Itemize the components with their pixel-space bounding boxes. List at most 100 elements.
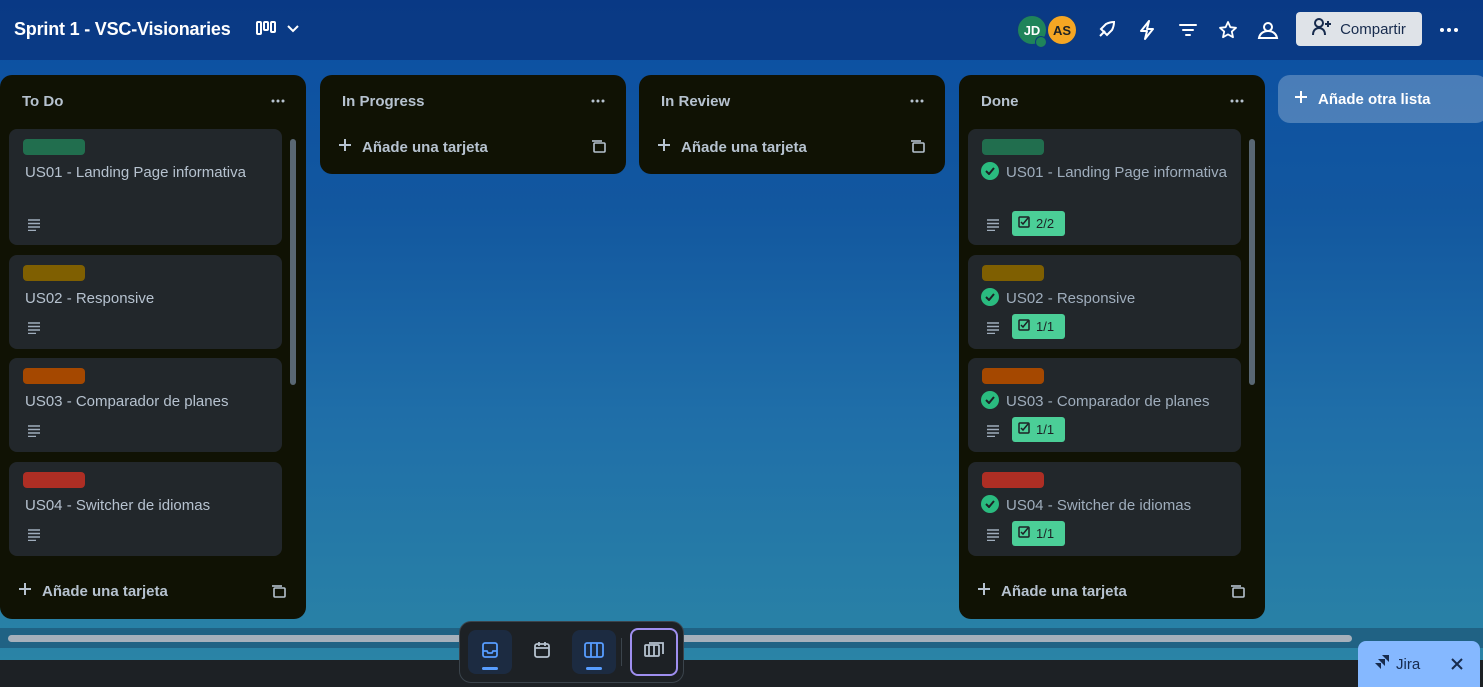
card-template-icon[interactable] <box>1229 583 1247 601</box>
list-menu-icon[interactable] <box>588 91 608 111</box>
add-member-icon <box>1312 18 1332 40</box>
board-button[interactable] <box>572 630 616 674</box>
list-to-do: To Do US01 - Landing Page informativa US… <box>0 75 306 619</box>
jira-promo[interactable]: Jira <box>1358 641 1480 687</box>
more-icon[interactable] <box>1437 18 1461 42</box>
bottom-bar <box>0 660 1483 687</box>
description-icon <box>986 218 1002 232</box>
card[interactable]: US03 - Comparador de planes 1/1 <box>968 358 1241 452</box>
description-icon <box>986 528 1002 542</box>
avatar[interactable]: AS <box>1046 14 1078 46</box>
add-card-label: Añade una tarjeta <box>1001 582 1127 600</box>
complete-check-icon[interactable] <box>981 495 999 513</box>
planner-button[interactable] <box>520 630 564 674</box>
close-icon[interactable] <box>1448 655 1466 673</box>
checklist-badge: 1/1 <box>1012 314 1065 339</box>
card-label[interactable] <box>982 265 1044 281</box>
add-card-button[interactable]: Añade una tarjeta <box>18 575 168 607</box>
list-title[interactable]: Done <box>981 93 1019 110</box>
list-in-review: In Review Añade una tarjeta <box>639 75 945 174</box>
plus-icon <box>977 582 991 600</box>
card-title: US04 - Switcher de idiomas <box>1006 497 1192 514</box>
scroll-thumb[interactable] <box>290 139 296 385</box>
list-menu-icon[interactable] <box>907 91 927 111</box>
card-template-icon[interactable] <box>909 138 927 156</box>
card-title: US02 - Responsive <box>1006 290 1136 307</box>
card[interactable]: US02 - Responsive <box>9 255 282 349</box>
card-template-icon[interactable] <box>590 138 608 156</box>
description-icon <box>27 218 43 232</box>
checklist-count: 1/1 <box>1036 319 1055 334</box>
description-icon <box>27 321 43 335</box>
list-scrollbar[interactable] <box>1248 127 1256 567</box>
power-ups-icon[interactable] <box>1094 18 1118 42</box>
list-title[interactable]: In Progress <box>342 93 425 110</box>
share-button-label: Compartir <box>1340 20 1406 38</box>
star-icon[interactable] <box>1216 18 1240 42</box>
add-card-button[interactable]: Añade una tarjeta <box>657 131 807 163</box>
add-list-label: Añade otra lista <box>1318 90 1431 108</box>
card[interactable]: US01 - Landing Page informativa 2/2 <box>968 129 1241 245</box>
add-card-label: Añade una tarjeta <box>681 138 807 156</box>
checkbox-icon <box>1018 526 1030 541</box>
card[interactable]: US01 - Landing Page informativa <box>9 129 282 245</box>
description-icon <box>986 321 1002 335</box>
board-view-switcher[interactable] <box>250 16 310 44</box>
card-label[interactable] <box>982 472 1044 488</box>
card-title: US03 - Comparador de planes <box>1006 393 1210 410</box>
filter-icon[interactable] <box>1176 18 1200 42</box>
list-in-progress: In Progress Añade una tarjeta <box>320 75 626 174</box>
card-label[interactable] <box>23 368 85 384</box>
card[interactable]: US03 - Comparador de planes <box>9 358 282 452</box>
plus-icon <box>338 138 352 156</box>
plus-icon <box>1294 90 1308 108</box>
card-label[interactable] <box>23 472 85 488</box>
switch-board-button[interactable] <box>630 628 678 676</box>
card[interactable]: US02 - Responsive 1/1 <box>968 255 1241 349</box>
card-template-icon[interactable] <box>270 583 288 601</box>
board-title[interactable]: Sprint 1 - VSC-Visionaries <box>14 19 231 40</box>
card-title: US04 - Switcher de idiomas <box>25 497 211 514</box>
card-label[interactable] <box>982 139 1044 155</box>
add-card-label: Añade una tarjeta <box>362 138 488 156</box>
card-label[interactable] <box>23 139 85 155</box>
complete-check-icon[interactable] <box>981 162 999 180</box>
list-done: Done US01 - Landing Page informativa 2/2… <box>959 75 1265 619</box>
complete-check-icon[interactable] <box>981 288 999 306</box>
checklist-count: 1/1 <box>1036 422 1055 437</box>
card-title: US01 - Landing Page informativa <box>25 164 246 181</box>
add-list-button[interactable]: Añade otra lista <box>1278 75 1483 123</box>
automation-icon[interactable] <box>1135 18 1159 42</box>
add-card-button[interactable]: Añade una tarjeta <box>338 131 488 163</box>
inbox-button[interactable] <box>468 630 512 674</box>
checklist-badge: 1/1 <box>1012 521 1065 546</box>
scroll-thumb[interactable] <box>1249 139 1255 385</box>
visibility-icon[interactable] <box>1256 18 1280 42</box>
checkbox-icon <box>1018 319 1030 334</box>
admin-badge-icon <box>1035 36 1047 48</box>
card-title: US02 - Responsive <box>25 290 155 307</box>
card-label[interactable] <box>23 265 85 281</box>
checkbox-icon <box>1018 216 1030 231</box>
list-scrollbar[interactable] <box>289 127 297 567</box>
card[interactable]: US04 - Switcher de idiomas <box>9 462 282 556</box>
board-view-icon <box>256 20 276 40</box>
checklist-count: 1/1 <box>1036 526 1055 541</box>
complete-check-icon[interactable] <box>981 391 999 409</box>
chevron-down-icon <box>286 21 300 39</box>
card-title: US01 - Landing Page informativa <box>1006 164 1227 181</box>
list-menu-icon[interactable] <box>268 91 288 111</box>
checklist-count: 2/2 <box>1036 216 1055 231</box>
list-title[interactable]: In Review <box>661 93 730 110</box>
switch-board-icon <box>644 641 664 663</box>
share-button[interactable]: Compartir <box>1296 12 1422 46</box>
card-label[interactable] <box>982 368 1044 384</box>
planner-icon <box>533 641 551 664</box>
list-title[interactable]: To Do <box>22 93 63 110</box>
board-horizontal-scrollbar[interactable] <box>0 628 1483 648</box>
list-menu-icon[interactable] <box>1227 91 1247 111</box>
card[interactable]: US04 - Switcher de idiomas 1/1 <box>968 462 1241 556</box>
add-card-button[interactable]: Añade una tarjeta <box>977 575 1127 607</box>
inbox-icon <box>481 641 499 664</box>
jira-logo-icon <box>1374 654 1390 674</box>
